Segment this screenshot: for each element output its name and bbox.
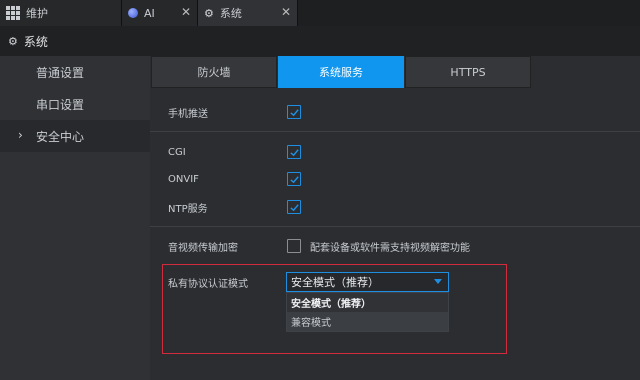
top-tab-bar: 维护 AI ✕ ⚙ 系统 ✕	[0, 0, 640, 26]
check-icon	[289, 175, 299, 183]
tab-label: AI	[144, 6, 155, 20]
tab-label: 系统	[219, 7, 242, 20]
sidebar-item-label: 串口设置	[36, 97, 85, 112]
setting-label: CGI	[168, 146, 186, 158]
tab-label: 维护	[26, 7, 48, 20]
auth-mode-option-secure[interactable]: 安全模式（推荐）	[287, 293, 448, 312]
check-icon	[289, 203, 299, 211]
page-title: 系统	[23, 34, 48, 49]
gear-icon: ⚙	[8, 34, 18, 48]
cgi-checkbox[interactable]	[287, 145, 301, 159]
divider	[150, 131, 640, 132]
tab-https[interactable]: HTTPS	[405, 56, 531, 88]
setting-label: 手机推送	[168, 108, 208, 120]
ntp-checkbox[interactable]	[287, 200, 301, 214]
setting-label: 私有协议认证模式	[168, 278, 248, 290]
setting-label: 音视频传输加密	[168, 242, 238, 254]
tab-system-service[interactable]: 系统服务	[278, 56, 404, 88]
tab-firewall[interactable]: 防火墙	[151, 56, 277, 88]
auth-mode-select[interactable]: 安全模式（推荐）	[286, 272, 449, 292]
setting-row-av-encrypt: 音视频传输加密 配套设备或软件需支持视频解密功能	[150, 233, 640, 259]
grid-icon	[6, 6, 20, 20]
onvif-checkbox[interactable]	[287, 172, 301, 186]
sidebar-item-security[interactable]: › 安全中心	[0, 120, 150, 152]
auth-mode-selected-value: 安全模式（推荐）	[291, 276, 379, 289]
sidebar-item-label: 安全中心	[36, 129, 85, 144]
chevron-down-icon[interactable]	[434, 279, 442, 284]
setting-row-onvif: ONVIF	[150, 166, 640, 192]
chevron-right-icon: ›	[18, 128, 23, 142]
close-icon[interactable]: ✕	[181, 5, 191, 19]
setting-label: NTP服务	[168, 203, 208, 215]
tab-system[interactable]: ⚙ 系统 ✕	[198, 0, 298, 26]
setting-row-mobile-push: 手机推送	[150, 99, 640, 125]
sidebar: 普通设置 串口设置 › 安全中心	[0, 56, 150, 380]
auth-mode-option-compatible[interactable]: 兼容模式	[287, 312, 448, 331]
mobile-push-checkbox[interactable]	[287, 105, 301, 119]
close-icon[interactable]: ✕	[281, 5, 291, 19]
sidebar-item-serial[interactable]: 串口设置	[0, 88, 150, 120]
auth-mode-dropdown: 安全模式（推荐） 兼容模式	[286, 292, 449, 332]
page-header: ⚙ 系统	[0, 26, 640, 56]
tab-ai[interactable]: AI ✕	[122, 0, 198, 26]
ai-icon	[128, 8, 138, 18]
divider	[150, 226, 640, 227]
setting-row-cgi: CGI	[150, 139, 640, 165]
sidebar-item-label: 普通设置	[36, 65, 85, 80]
setting-label: ONVIF	[168, 173, 199, 185]
content-tabs: 防火墙 系统服务 HTTPS	[150, 56, 640, 88]
av-encrypt-checkbox[interactable]	[287, 239, 301, 253]
tab-maintenance[interactable]: 维护	[0, 0, 122, 26]
sidebar-item-general[interactable]: 普通设置	[0, 56, 150, 88]
check-icon	[289, 108, 299, 116]
setting-row-ntp: NTP服务	[150, 194, 640, 220]
av-encrypt-note: 配套设备或软件需支持视频解密功能	[310, 242, 470, 254]
gear-icon: ⚙	[204, 6, 214, 20]
check-icon	[289, 148, 299, 156]
